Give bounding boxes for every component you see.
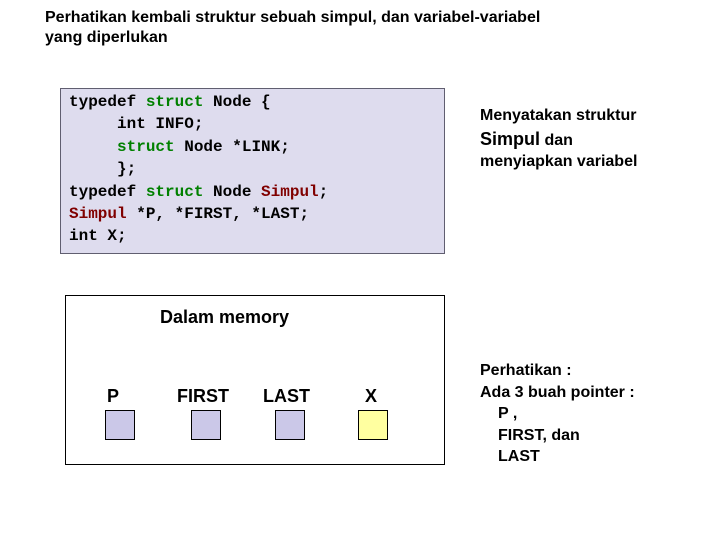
note1-line2a: Simpul — [480, 129, 540, 149]
cell-last — [275, 410, 305, 440]
code-l1c: Node { — [203, 93, 270, 111]
note-pointer-count: Perhatikan : Ada 3 buah pointer : P , FI… — [480, 360, 700, 468]
label-x: X — [365, 386, 377, 407]
code-l2: int INFO; — [69, 115, 203, 133]
code-l5c: Node — [203, 183, 261, 201]
slide: Perhatikan kembali struktur sebuah simpu… — [0, 0, 720, 540]
note-struct-desc: Menyatakan struktur Simpul dan menyiapka… — [480, 105, 700, 173]
code-l3c: Node *LINK; — [175, 138, 290, 156]
note2-line3: P , — [480, 403, 700, 425]
code-l5d: Simpul — [261, 183, 319, 201]
cell-p — [105, 410, 135, 440]
note2-line2: Ada 3 buah pointer : — [480, 384, 635, 401]
note2-line1: Perhatikan : — [480, 362, 572, 379]
code-l4: }; — [69, 160, 136, 178]
code-l7: int X; — [69, 227, 127, 245]
code-l6a: Simpul — [69, 205, 127, 223]
note1-line1: Menyatakan struktur — [480, 107, 637, 124]
note1-line3: menyiapkan variabel — [480, 153, 637, 170]
code-l3a — [69, 138, 117, 156]
code-l5b: struct — [146, 183, 204, 201]
cell-x — [358, 410, 388, 440]
code-l3b: struct — [117, 138, 175, 156]
cell-first — [191, 410, 221, 440]
label-first: FIRST — [177, 386, 229, 407]
memory-title: Dalam memory — [160, 307, 289, 328]
code-box: typedef struct Node { int INFO; struct N… — [60, 88, 445, 254]
code-l6b: *P, *FIRST, *LAST; — [127, 205, 309, 223]
note1-line2b: dan — [540, 132, 573, 149]
label-p: P — [107, 386, 119, 407]
code-l5a: typedef — [69, 183, 146, 201]
note2-line4: FIRST, dan — [480, 425, 700, 447]
note2-line5: LAST — [480, 446, 700, 468]
label-last: LAST — [263, 386, 310, 407]
code-l5e: ; — [319, 183, 329, 201]
code-l1b: struct — [146, 93, 204, 111]
code-l1a: typedef — [69, 93, 146, 111]
slide-title: Perhatikan kembali struktur sebuah simpu… — [45, 8, 545, 48]
